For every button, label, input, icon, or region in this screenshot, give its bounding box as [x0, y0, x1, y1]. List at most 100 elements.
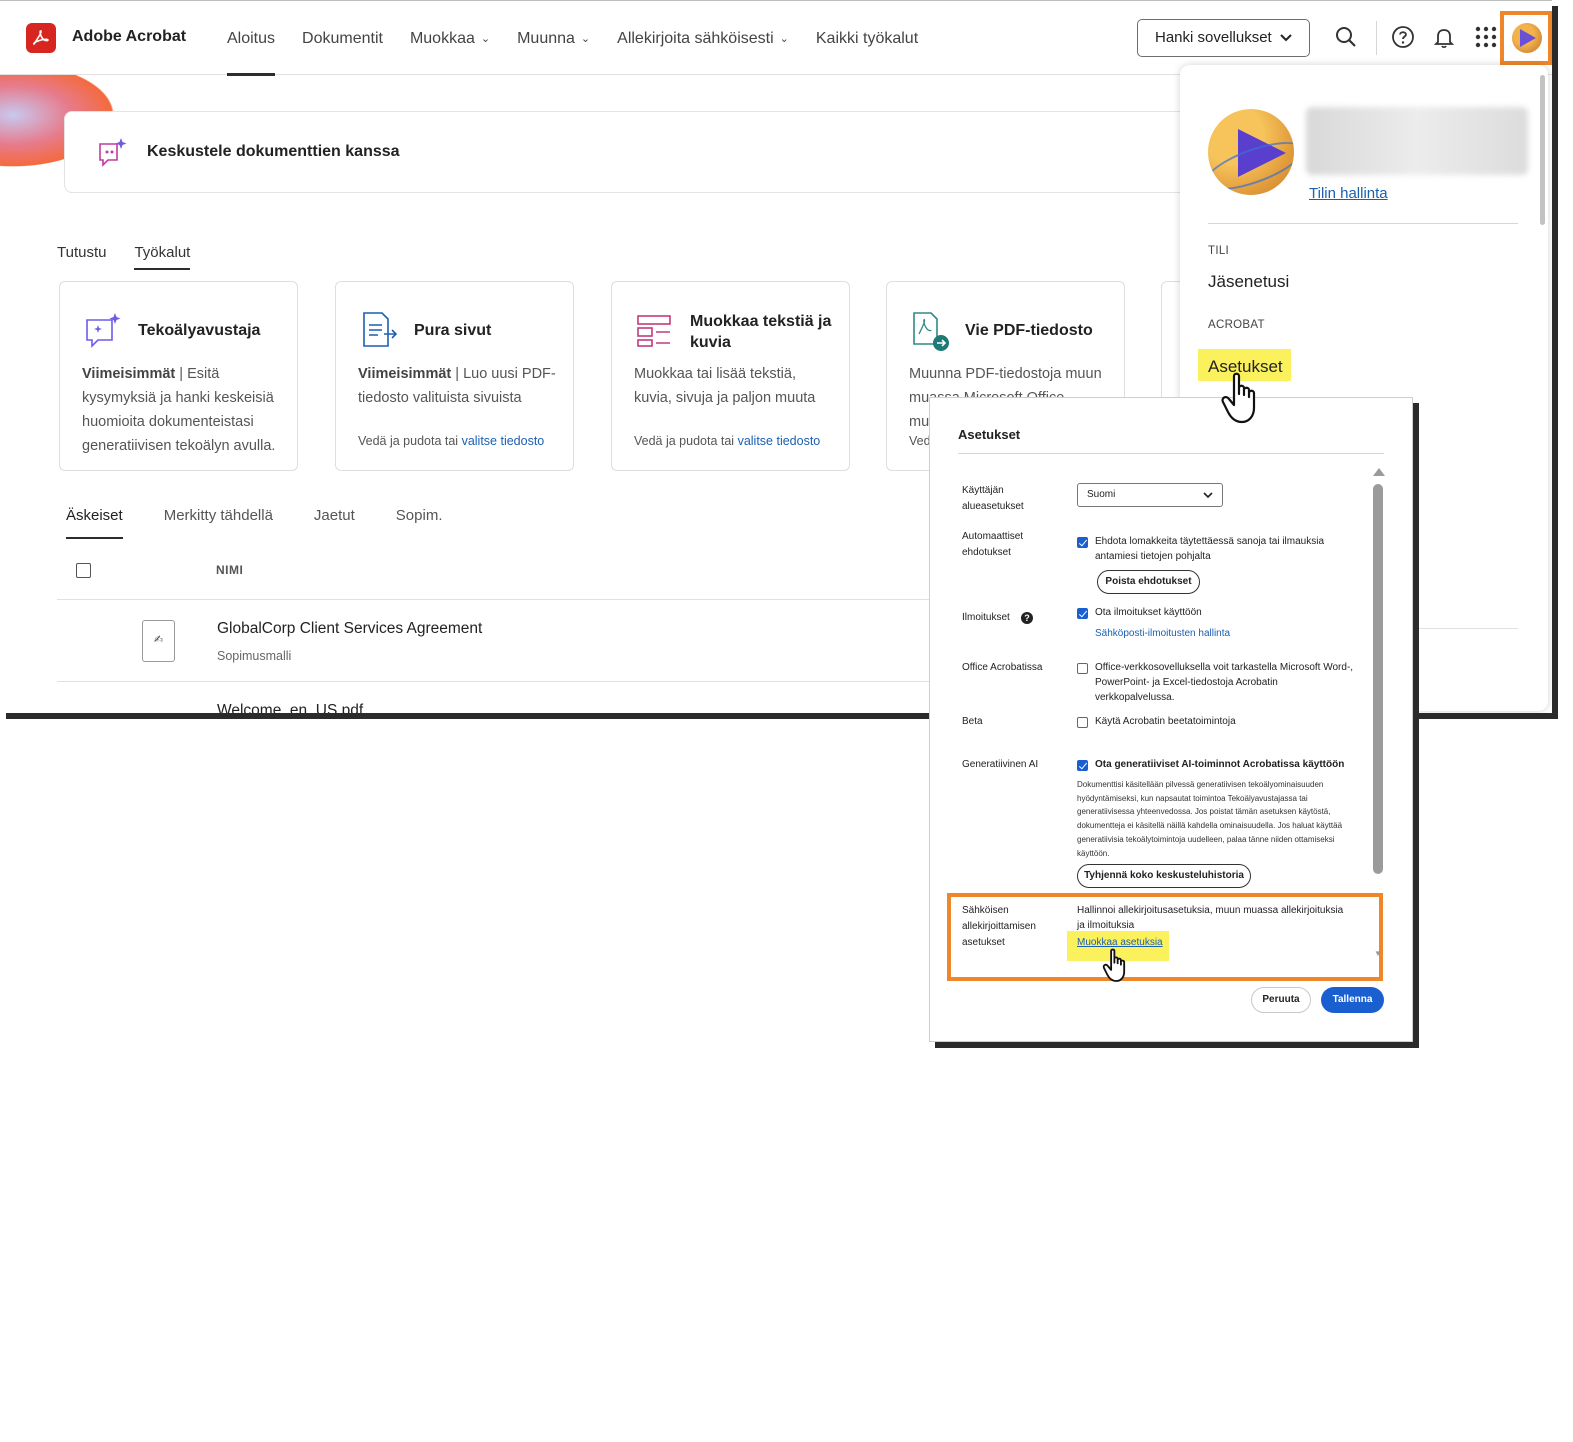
notifications-checkbox[interactable] [1077, 608, 1088, 619]
chat-sparkle-icon [97, 136, 129, 175]
dialog-scrollbar[interactable] [1373, 484, 1383, 874]
help-icon[interactable] [1391, 25, 1417, 51]
tab-agreements[interactable]: Sopim. [396, 507, 443, 538]
menu-divider [1208, 223, 1518, 224]
tool-title: Tekoälyavustaja [138, 322, 261, 339]
edit-text-images-icon [634, 310, 676, 355]
edit-esign-settings-link[interactable]: Muokkaa asetuksia [1077, 935, 1197, 950]
file-type: Sopimusmalli [217, 649, 292, 663]
nav-esign[interactable]: Allekirjoita sähköisesti ⌄ [617, 1, 789, 75]
beta-label: Beta [962, 716, 983, 727]
genai-text: Ota generatiiviset AI-toiminnot Acrobati… [1095, 759, 1345, 770]
avatar-highlight-box[interactable] [1500, 11, 1552, 65]
beta-checkbox[interactable] [1077, 717, 1088, 728]
dialog-divider [958, 453, 1384, 454]
esign-label: Sähköisen allekirjoittamisen asetukset [962, 905, 1036, 948]
auto-suggestions-label: Automaattiset ehdotukset [962, 531, 1024, 558]
office-text: Office-verkkosovelluksella voit tarkaste… [1095, 662, 1354, 703]
nav-edit[interactable]: Muokkaa ⌄ [410, 1, 490, 75]
main-nav: Aloitus Dokumentit Muokkaa ⌄ Muunna ⌄ Alle… [227, 1, 945, 76]
membership-item[interactable]: Jäsenetusi [1208, 272, 1289, 292]
tool-title: Vie PDF-tiedosto [965, 322, 1093, 339]
file-name[interactable]: Welcome_en_US.pdf [217, 702, 363, 713]
export-pdf-icon [909, 310, 951, 357]
column-header-name[interactable]: NIMI [216, 563, 243, 577]
tool-title: Pura sivut [414, 322, 492, 339]
section-acrobat: ACROBAT [1208, 319, 1265, 331]
get-apps-button[interactable]: Hanki sovellukset [1137, 19, 1310, 57]
clear-chat-history-button[interactable]: Tyhjennä koko keskusteluhistoria [1077, 864, 1251, 888]
clear-suggestions-button[interactable]: Poista ehdotukset [1097, 570, 1200, 594]
discover-tools-tabs: Tutustu Työkalut [57, 244, 218, 270]
notifications-text: Ota ilmoitukset käyttöön [1095, 607, 1202, 618]
tool-card-edit-text-images[interactable]: Muokkaa tekstiä ja kuvia Muokkaa tai lis… [611, 281, 850, 471]
file-name[interactable]: GlobalCorp Client Services Agreement [217, 620, 482, 638]
chat-with-documents-banner[interactable]: Keskustele dokumenttien kanssa [64, 111, 1264, 193]
tab-discover[interactable]: Tutustu [57, 244, 106, 269]
section-account: TILI [1208, 245, 1230, 257]
tool-description: Viimeisimmät | Esitä kysymyksiä ja hanki… [82, 366, 276, 454]
auto-suggestions-checkbox[interactable] [1077, 537, 1088, 548]
info-icon[interactable]: ? [1021, 612, 1033, 624]
search-icon[interactable] [1334, 25, 1360, 51]
tab-recent[interactable]: Äskeiset [66, 507, 123, 539]
tool-card-ai-assistant[interactable]: Tekoälyavustaja Viimeisimmät | Esitä kys… [59, 281, 298, 471]
select-file-link[interactable]: valitse tiedosto [738, 434, 821, 448]
ai-assistant-icon [82, 310, 124, 355]
blurred-user-name [1306, 107, 1528, 175]
cancel-button[interactable]: Peruuta [1251, 987, 1311, 1013]
chevron-down-icon: ⌄ [480, 33, 491, 45]
tool-card-extract-pages[interactable]: Pura sivut Viimeisimmät | Luo uusi PDF-t… [335, 281, 574, 471]
tool-description: Muokkaa tai lisää tekstiä, kuvia, sivuja… [634, 366, 816, 406]
locale-label: Käyttäjän alueasetukset [962, 485, 1024, 512]
avatar [1208, 109, 1294, 195]
avatar[interactable] [1512, 23, 1542, 53]
hand-cursor-icon [1220, 372, 1266, 431]
nav-all-tools[interactable]: Kaikki työkalut [816, 1, 918, 75]
office-label: Office Acrobatissa [962, 662, 1043, 673]
tool-description: Viimeisimmät | Luo uusi PDF-tiedosto val… [358, 366, 556, 406]
tool-drop-hint: Vedä ja pudota tai valitse tiedosto [358, 434, 545, 448]
brand-name: Adobe Acrobat [72, 28, 187, 45]
beta-text: Käytä Acrobatin beetatoimintoja [1095, 716, 1236, 727]
genai-description: Dokumenttisi käsitellään pilvessä genera… [1077, 780, 1343, 858]
select-all-checkbox[interactable] [76, 563, 91, 578]
chevron-down-icon: ⌄ [779, 33, 789, 45]
toolbar-divider [1376, 21, 1377, 55]
genai-label: Generatiivinen AI [962, 759, 1039, 770]
locale-select[interactable]: Suomi [1077, 483, 1223, 507]
tool-title: Muokkaa tekstiä ja kuvia [690, 313, 832, 351]
tab-starred[interactable]: Merkitty tähdellä [164, 507, 273, 538]
settings-dialog: Asetukset ▼ Käyttäjän alueasetukset Suom… [929, 397, 1413, 1042]
dialog-title: Asetukset [958, 427, 1021, 442]
notifications-label: Ilmoitukset [962, 612, 1010, 623]
account-menu-scrollbar[interactable] [1540, 75, 1545, 225]
chat-banner-label: Keskustele dokumenttien kanssa [147, 143, 400, 160]
auto-suggestions-text: Ehdota lomakkeita täytettäessä sanoja ta… [1095, 536, 1325, 562]
chevron-down-icon [1203, 484, 1213, 515]
nav-documents[interactable]: Dokumentit [302, 1, 383, 75]
tool-drop-hint: Vedä ja pudota tai valitse tiedosto [634, 434, 821, 448]
nav-home[interactable]: Aloitus [227, 1, 276, 76]
tab-tools[interactable]: Työkalut [134, 244, 190, 270]
save-button[interactable]: Tallenna [1321, 987, 1384, 1013]
scroll-up-arrow-icon[interactable] [1373, 468, 1385, 476]
select-file-link[interactable]: valitse tiedosto [462, 434, 545, 448]
genai-checkbox[interactable] [1077, 760, 1088, 771]
apps-grid-icon[interactable] [1474, 25, 1500, 51]
hand-cursor-icon [1102, 948, 1132, 989]
nav-convert[interactable]: Muunna ⌄ [517, 1, 590, 75]
office-checkbox[interactable] [1077, 663, 1088, 674]
tab-shared[interactable]: Jaetut [314, 507, 355, 538]
esign-text: Hallinnoi allekirjoitusasetuksia, muun m… [1077, 905, 1344, 931]
chevron-down-icon: ⌄ [580, 33, 591, 45]
email-notifications-link[interactable]: Sähköposti-ilmoitusten hallinta [1095, 626, 1355, 641]
acrobat-logo-icon[interactable] [26, 23, 56, 53]
tool-drop-hint: Ved [909, 434, 931, 448]
bell-icon[interactable] [1432, 25, 1458, 51]
manage-account-link[interactable]: Tilin hallinta [1309, 185, 1388, 202]
chevron-down-icon [1279, 20, 1293, 69]
top-navigation-bar: Adobe Acrobat Aloitus Dokumentit Muokkaa… [0, 1, 1552, 76]
extract-pages-icon [358, 310, 400, 355]
file-list-tabs: Äskeiset Merkitty tähdellä Jaetut Sopim. [66, 507, 483, 539]
